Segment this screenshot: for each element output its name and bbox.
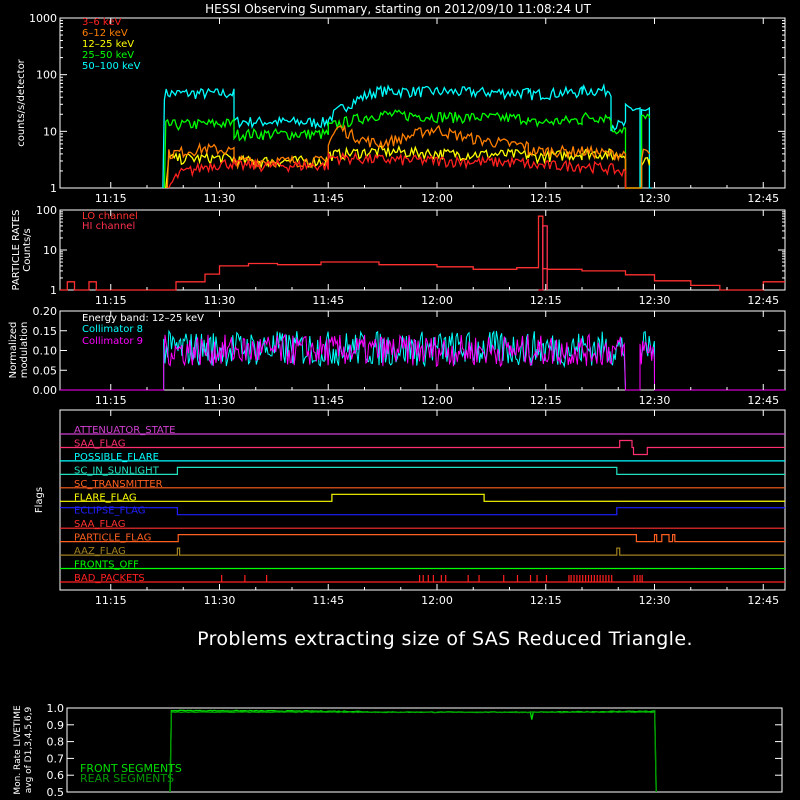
x-tick-label: 12:15 (530, 394, 562, 407)
count-rate-yticks: 1 10 100 1000 (29, 12, 785, 195)
y-tick-label: 0.20 (33, 305, 58, 318)
x-tick-label: 11:45 (312, 192, 344, 205)
flag-line (60, 533, 786, 543)
x-tick-label: 11:15 (95, 192, 127, 205)
flags-ylabel: Flags (34, 487, 45, 513)
series-25-50-kev (163, 109, 651, 189)
observing-summary-figure: HESSI Observing Summary, starting on 201… (8, 2, 786, 799)
series-front-segments (169, 709, 657, 793)
modulation-ylabel-1: Normalized (8, 322, 19, 379)
legend-25-50-kev: 25–50 keV (82, 50, 134, 61)
legend-hi-channel: HI channel (82, 221, 135, 232)
y-tick-label: 0.15 (33, 325, 58, 338)
x-tick-label: 11:30 (204, 594, 236, 607)
x-tick-label: 11:15 (95, 394, 127, 407)
count-rate-ylabel: counts/s/detector (16, 58, 27, 146)
flag-line (60, 466, 786, 476)
y-tick-label: 0.6 (47, 769, 65, 782)
particle-rate-yticks: 1 10 100 (36, 204, 785, 297)
y-tick-label: 1 (50, 182, 57, 195)
x-tick-label: 12:00 (421, 594, 453, 607)
x-tick-label: 11:30 (204, 294, 236, 307)
livetime-series (169, 709, 657, 793)
x-tick-label: 12:30 (639, 192, 671, 205)
x-tick-label: 12:45 (747, 394, 779, 407)
figure-title: HESSI Observing Summary, starting on 201… (205, 2, 591, 16)
legend-50-100-kev: 50–100 keV (82, 61, 141, 72)
y-tick-label: 0.10 (33, 345, 58, 358)
y-tick-label: 1 (50, 284, 57, 297)
x-tick-label: 12:00 (421, 192, 453, 205)
flags-series: ATTENUATOR_STATESAA_FLAGPOSSIBLE_FLARESC… (59, 425, 786, 584)
y-tick-label: 1000 (29, 12, 57, 25)
livetime-ylabel-1: Mon. Rate LIVETIME (13, 705, 23, 795)
count-rate-series (162, 82, 652, 189)
y-tick-label: 10 (43, 125, 57, 138)
x-tick-label: 11:15 (95, 594, 127, 607)
flag-line (60, 493, 786, 502)
x-tick-label: 12:15 (530, 294, 562, 307)
modulation-panel: Normalized modulation 0.00 0.05 0.10 0.15 0.… (8, 305, 786, 407)
x-tick-label: 12:45 (747, 294, 779, 307)
legend-energy-band: Energy band: 12–25 keV (82, 313, 204, 324)
x-tick-label: 11:30 (204, 394, 236, 407)
y-tick-label: 100 (36, 204, 57, 217)
series-3-6-kev (168, 151, 627, 189)
flag-line (60, 507, 786, 516)
x-tick-label: 12:45 (747, 594, 779, 607)
particle-rate-frame (59, 209, 786, 291)
y-tick-label: 0.00 (33, 384, 58, 397)
series-lo-channel (60, 215, 785, 291)
legend-rear-segments: REAR SEGMENTS (80, 772, 174, 785)
y-tick-label: 10 (43, 244, 57, 257)
x-tick-label: 12:30 (639, 394, 671, 407)
legend-6-12-kev: 6–12 keV (82, 28, 128, 39)
y-tick-label: 0.05 (33, 364, 58, 377)
legend-collimator-9: Collimator 9 (82, 336, 143, 347)
x-tick-label: 11:30 (204, 192, 236, 205)
particle-rate-ylabel-2: Counts/s (22, 228, 33, 272)
x-tick-label: 12:45 (747, 192, 779, 205)
x-tick-label: 12:30 (639, 294, 671, 307)
flags-xticks: 11:15 11:30 11:45 12:00 12:15 12:30 12:45 (95, 410, 779, 607)
y-tick-label: 0.8 (47, 736, 65, 749)
y-tick-label: 100 (36, 69, 57, 82)
legend-3-6-kev: 3–6 keV (82, 17, 121, 28)
x-tick-label: 11:15 (95, 294, 127, 307)
series-rear-segments (169, 711, 657, 793)
x-tick-label: 11:45 (312, 594, 344, 607)
particle-rate-ylabel-1: PARTICLE RATES (11, 210, 22, 291)
x-tick-label: 12:00 (421, 394, 453, 407)
livetime-ylabel-2: avg of D1,3,4,5,6,9 (24, 706, 34, 793)
flags-frame (59, 409, 786, 591)
particle-rate-panel: PARTICLE RATES Counts/s 110100 LO channe… (11, 204, 786, 307)
flag-line (60, 547, 786, 556)
x-tick-label: 12:30 (639, 594, 671, 607)
count-rate-xticks: 11:15 11:30 11:45 12:00 12:15 12:30 12:45 (95, 18, 779, 205)
x-tick-label: 12:15 (530, 594, 562, 607)
legend-12-25-kev: 12–25 keV (82, 39, 134, 50)
x-tick-label: 12:15 (530, 192, 562, 205)
livetime-frame (66, 707, 783, 793)
count-rate-panel: counts/s/detector 1 10 100 1000 3–6 keV 6–1… (16, 12, 786, 205)
modulation-series (60, 329, 785, 391)
x-tick-label: 11:45 (312, 394, 344, 407)
sas-message: Problems extracting size of SAS Reduced … (197, 628, 693, 650)
y-tick-label: 0.7 (47, 752, 65, 765)
count-rate-legend: 3–6 keV 6–12 keV 12–25 keV 25–50 keV 50–… (82, 17, 141, 72)
particle-rate-series (60, 215, 785, 291)
x-tick-label: 11:45 (312, 294, 344, 307)
y-tick-label: 1.0 (47, 702, 65, 715)
y-tick-label: 0.5 (47, 786, 65, 799)
particle-rate-xticks: 11:15 11:30 11:45 12:00 12:15 12:30 12:45 (95, 210, 779, 307)
livetime-panel: Mon. Rate LIVETIME avg of D1,3,4,5,6,9 0… (13, 702, 783, 799)
legend-collimator-8: Collimator 8 (82, 324, 143, 335)
x-tick-label: 12:00 (421, 294, 453, 307)
flag-line (60, 439, 786, 456)
y-tick-label: 0.9 (47, 719, 65, 732)
modulation-ylabel-2: modulation (19, 322, 30, 379)
flags-panel: Flags ATTENUATOR_STATESAA_FLAGPOSSIBLE_F… (34, 409, 786, 607)
series-hi-channel (538, 225, 548, 291)
